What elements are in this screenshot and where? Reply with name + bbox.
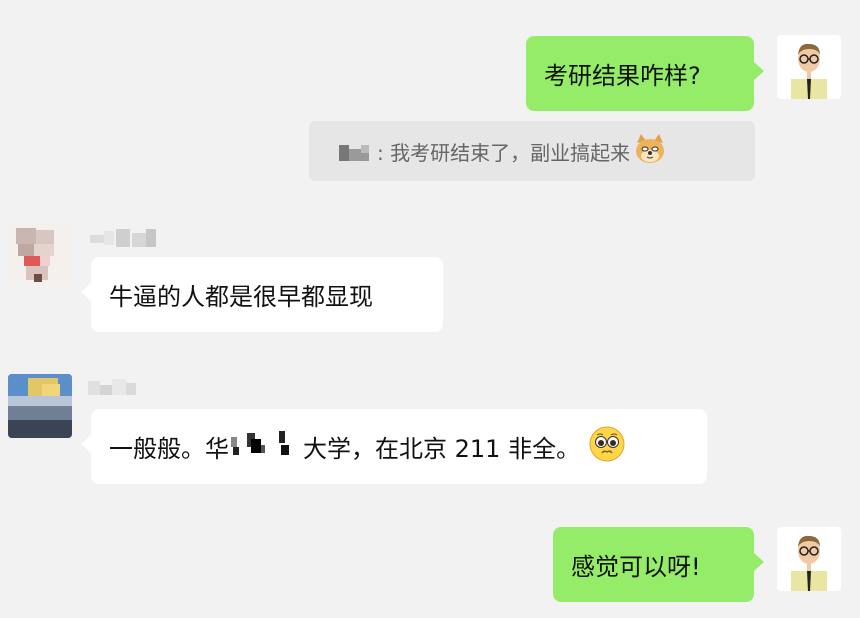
contact-message-bubble[interactable]: 牛逼的人都是很早都显现 — [81, 257, 443, 332]
contact-name-redacted — [88, 377, 138, 395]
message-text-part-1: 一般般。华 — [109, 435, 229, 463]
redacted-name — [339, 142, 373, 161]
doge-emoji-icon — [632, 131, 668, 172]
message-text: 感觉可以呀! — [571, 553, 701, 581]
my-message-bubble[interactable]: 感觉可以呀! — [553, 527, 764, 602]
contact-avatar[interactable] — [8, 222, 72, 286]
contact-avatar[interactable] — [8, 374, 72, 438]
message-text: 考研结果咋样? — [544, 62, 701, 90]
pleading-face-emoji-icon — [588, 425, 626, 469]
contact-message-bubble[interactable]: 一般般。华 大学，在北京 211 非全。 — [81, 409, 707, 484]
pixelated-avatar-icon — [8, 222, 72, 286]
my-avatar[interactable] — [777, 35, 841, 99]
my-avatar[interactable] — [777, 527, 841, 591]
man-in-suit-avatar-icon — [777, 35, 841, 99]
quote-text: : 我考研结束了，副业搞起来 — [377, 140, 631, 165]
message-text: 牛逼的人都是很早都显现 — [109, 283, 373, 311]
landscape-avatar-icon — [8, 374, 72, 438]
redacted-university-name — [231, 429, 301, 465]
man-in-suit-avatar-icon — [777, 527, 841, 591]
quoted-message[interactable]: : 我考研结束了，副业搞起来 — [309, 121, 755, 181]
message-text-part-2: 大学，在北京 211 非全。 — [303, 435, 581, 463]
my-message-bubble[interactable]: 考研结果咋样? — [526, 36, 764, 111]
contact-name-redacted — [90, 227, 160, 247]
